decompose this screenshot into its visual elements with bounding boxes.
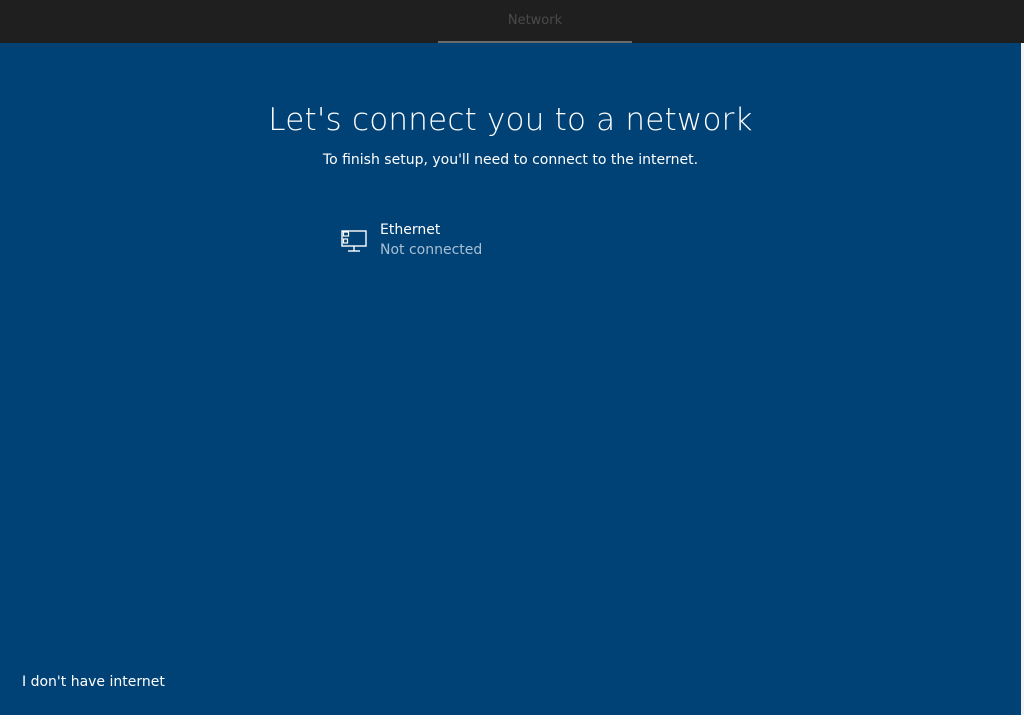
tab-network: Network	[438, 0, 632, 43]
page-title: Let's connect you to a network	[268, 102, 753, 138]
top-bar: Network	[0, 0, 1024, 43]
network-item-ethernet[interactable]: Ethernet Not connected	[336, 217, 596, 263]
network-status: Not connected	[380, 242, 483, 258]
ethernet-icon	[341, 230, 367, 252]
page-subtitle: To finish setup, you'll need to connect …	[322, 152, 699, 168]
no-internet-link[interactable]: I don't have internet	[22, 673, 165, 691]
tab-network-label: Network	[507, 13, 563, 28]
setup-page: Let's connect you to a network To finish…	[0, 43, 1021, 715]
network-name: Ethernet	[380, 222, 441, 238]
